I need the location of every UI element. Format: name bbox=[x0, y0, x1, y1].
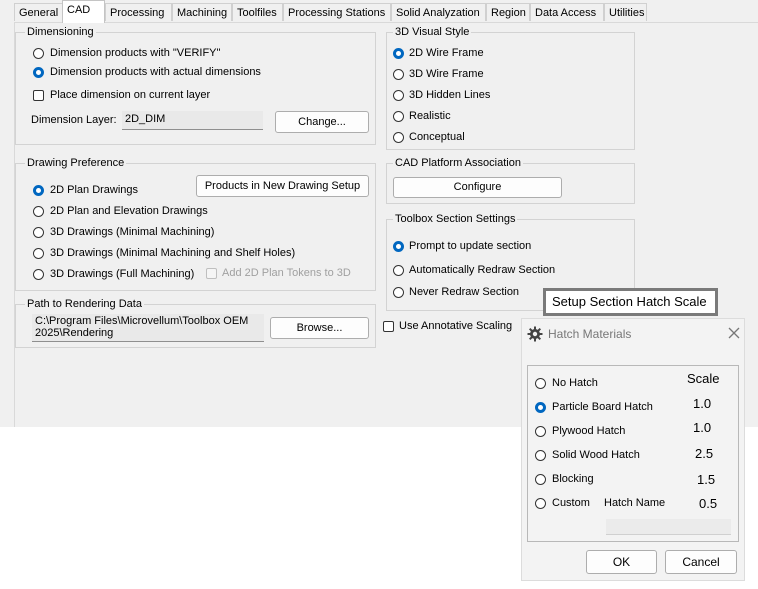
solid-wood-scale[interactable]: 2.5 bbox=[695, 447, 713, 461]
dimensioning-title: Dimensioning bbox=[25, 26, 96, 38]
2d-plan-elevation-label: 2D Plan and Elevation Drawings bbox=[50, 205, 208, 217]
radio-3d-full[interactable] bbox=[33, 269, 44, 280]
rendering-path-line-2: 2025\Rendering bbox=[35, 327, 114, 339]
tab-processing[interactable]: Processing bbox=[105, 3, 172, 21]
radio-3d-minimal[interactable] bbox=[33, 227, 44, 238]
blocking-label: Blocking bbox=[552, 473, 594, 485]
place-on-layer-checkbox[interactable] bbox=[33, 90, 44, 101]
tab-region[interactable]: Region bbox=[486, 3, 530, 21]
radio-auto-redraw[interactable] bbox=[393, 265, 404, 276]
tab-data-access[interactable]: Data Access bbox=[530, 3, 604, 21]
radio-3d-minimal-shelf[interactable] bbox=[33, 248, 44, 259]
radio-no-hatch[interactable] bbox=[535, 378, 546, 389]
rendering-path-line-1: C:\Program Files\Microvellum\Toolbox OEM bbox=[35, 315, 249, 327]
dimension-actual-label: Dimension products with actual dimension… bbox=[50, 66, 261, 78]
radio-2d-plan[interactable] bbox=[33, 185, 44, 196]
no-hatch-label: No Hatch bbox=[552, 377, 598, 389]
never-redraw-label: Never Redraw Section bbox=[409, 286, 520, 298]
add-tokens-label: Add 2D Plan Tokens to 3D bbox=[222, 267, 351, 279]
dialog-title: Hatch Materials bbox=[548, 327, 632, 341]
hatch-list-panel: Scale No Hatch Particle Board Hatch 1.0 … bbox=[527, 365, 739, 542]
radio-dimension-verify[interactable] bbox=[33, 48, 44, 59]
ok-button[interactable]: OK bbox=[586, 550, 657, 574]
annotative-scaling-label: Use Annotative Scaling bbox=[399, 320, 513, 332]
radio-3d-wire-frame[interactable] bbox=[393, 69, 404, 80]
plywood-label: Plywood Hatch bbox=[552, 425, 626, 437]
radio-dimension-actual[interactable] bbox=[33, 67, 44, 78]
annotative-scaling-checkbox[interactable] bbox=[383, 321, 394, 332]
tab-utilities[interactable]: Utilities bbox=[604, 3, 647, 21]
tab-processing-stations[interactable]: Processing Stations bbox=[283, 3, 391, 21]
custom-scale[interactable]: 0.5 bbox=[699, 497, 717, 511]
3d-full-label: 3D Drawings (Full Machining) bbox=[50, 268, 195, 280]
radio-blocking[interactable] bbox=[535, 474, 546, 485]
particle-board-scale[interactable]: 1.0 bbox=[693, 397, 711, 411]
custom-label: Custom bbox=[552, 497, 590, 509]
radio-never-redraw[interactable] bbox=[393, 287, 404, 298]
add-tokens-checkbox[interactable] bbox=[206, 268, 217, 279]
hatch-scale-callout: Setup Section Hatch Scale bbox=[543, 288, 718, 316]
radio-custom[interactable] bbox=[535, 498, 546, 509]
products-setup-button[interactable]: Products in New Drawing Setup bbox=[196, 175, 369, 197]
radio-2d-plan-elevation[interactable] bbox=[33, 206, 44, 217]
tab-solid-analyzation[interactable]: Solid Analyzation bbox=[391, 3, 486, 21]
3d-wire-frame-label: 3D Wire Frame bbox=[409, 68, 484, 80]
gear-icon bbox=[527, 326, 543, 342]
2d-wire-frame-label: 2D Wire Frame bbox=[409, 47, 484, 59]
tab-general[interactable]: General bbox=[14, 3, 63, 21]
hatch-name-label: Hatch Name bbox=[604, 497, 666, 509]
visual-style-title: 3D Visual Style bbox=[393, 26, 472, 38]
hatch-materials-dialog: Hatch Materials Scale No Hatch Particle … bbox=[521, 318, 745, 581]
tab-machining[interactable]: Machining bbox=[172, 3, 232, 21]
configure-button[interactable]: Configure bbox=[393, 177, 562, 198]
realistic-label: Realistic bbox=[409, 110, 451, 122]
radio-solid-wood[interactable] bbox=[535, 450, 546, 461]
blocking-scale[interactable]: 1.5 bbox=[697, 473, 715, 487]
2d-plan-label: 2D Plan Drawings bbox=[50, 184, 139, 196]
hatch-name-field[interactable] bbox=[606, 519, 731, 535]
rendering-path-field[interactable]: C:\Program Files\Microvellum\Toolbox OEM… bbox=[32, 314, 264, 342]
close-icon[interactable] bbox=[727, 326, 741, 340]
change-button[interactable]: Change... bbox=[275, 111, 369, 133]
radio-conceptual[interactable] bbox=[393, 132, 404, 143]
conceptual-label: Conceptual bbox=[409, 131, 465, 143]
cad-platform-title: CAD Platform Association bbox=[393, 157, 523, 169]
auto-redraw-label: Automatically Redraw Section bbox=[409, 264, 556, 276]
tab-toolfiles[interactable]: Toolfiles bbox=[232, 3, 283, 21]
radio-particle-board[interactable] bbox=[535, 402, 546, 413]
solid-wood-label: Solid Wood Hatch bbox=[552, 449, 640, 461]
3d-hidden-lines-label: 3D Hidden Lines bbox=[409, 89, 491, 101]
radio-2d-wire-frame[interactable] bbox=[393, 48, 404, 59]
tab-cad[interactable]: CAD bbox=[62, 0, 105, 23]
dimension-layer-label: Dimension Layer: bbox=[31, 114, 117, 126]
scale-header: Scale bbox=[687, 371, 720, 386]
radio-prompt-update[interactable] bbox=[393, 241, 404, 252]
rendering-title: Path to Rendering Data bbox=[25, 298, 144, 310]
toolbox-section-title: Toolbox Section Settings bbox=[393, 213, 518, 225]
3d-minimal-shelf-label: 3D Drawings (Minimal Machining and Shelf… bbox=[50, 247, 296, 259]
cancel-button[interactable]: Cancel bbox=[665, 550, 737, 574]
dimension-verify-label: Dimension products with "VERIFY" bbox=[50, 47, 221, 59]
plywood-scale[interactable]: 1.0 bbox=[693, 421, 711, 435]
particle-board-label: Particle Board Hatch bbox=[552, 401, 653, 413]
dimension-layer-field[interactable]: 2D_DIM bbox=[122, 111, 263, 130]
place-on-layer-label: Place dimension on current layer bbox=[50, 89, 211, 101]
3d-minimal-label: 3D Drawings (Minimal Machining) bbox=[50, 226, 215, 238]
radio-realistic[interactable] bbox=[393, 111, 404, 122]
drawing-preference-title: Drawing Preference bbox=[25, 157, 127, 169]
radio-plywood[interactable] bbox=[535, 426, 546, 437]
radio-3d-hidden-lines[interactable] bbox=[393, 90, 404, 101]
prompt-update-label: Prompt to update section bbox=[409, 240, 532, 252]
browse-button[interactable]: Browse... bbox=[270, 317, 369, 339]
